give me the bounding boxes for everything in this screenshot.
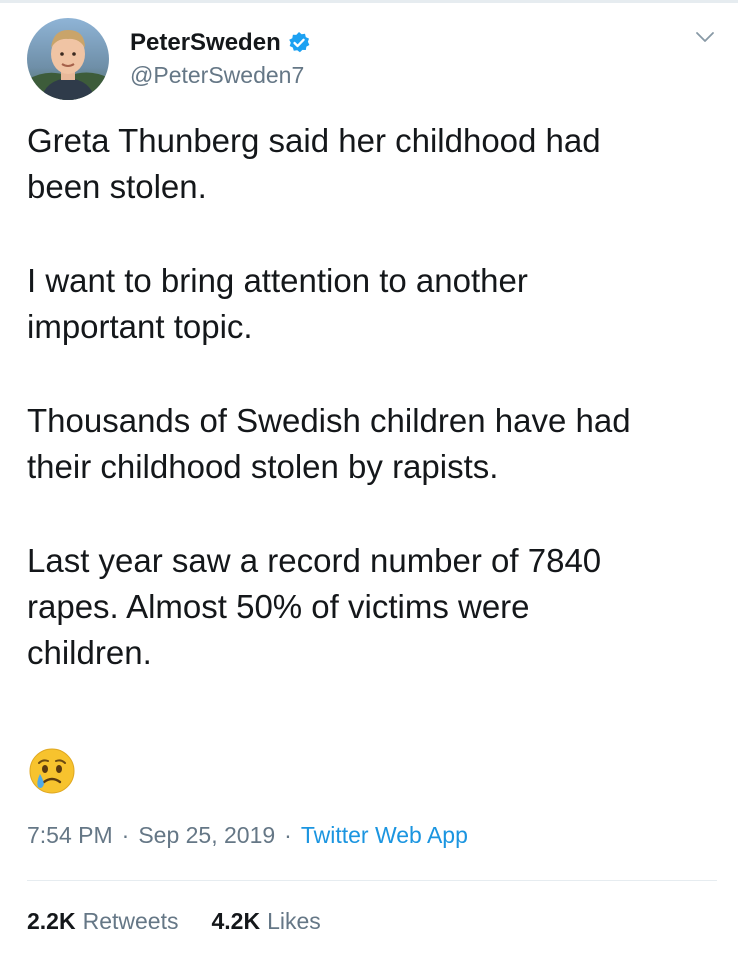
- avatar[interactable]: [27, 18, 109, 100]
- likes-stat[interactable]: 4.2K Likes: [211, 908, 320, 935]
- tweet-time[interactable]: 7:54 PM: [27, 822, 113, 849]
- profile-photo-icon: [27, 18, 109, 100]
- display-name[interactable]: PeterSweden: [130, 29, 281, 57]
- tweet-paragraph: Last year saw a record number of 7840 ra…: [27, 542, 602, 671]
- author-handle[interactable]: @PeterSweden7: [130, 62, 304, 89]
- meta-separator: ·: [284, 822, 292, 848]
- tweet-paragraph: I want to bring attention to another imp…: [27, 262, 528, 345]
- tweet-stats: 2.2K Retweets 4.2K Likes: [27, 908, 321, 935]
- likes-count: 4.2K: [211, 908, 261, 934]
- divider: [27, 880, 717, 881]
- tweet-text: Greta Thunberg said her childhood had be…: [27, 118, 717, 724]
- tweet-source-link[interactable]: Twitter Web App: [301, 822, 468, 849]
- retweets-label: Retweets: [82, 908, 179, 934]
- chevron-down-icon[interactable]: [694, 26, 716, 48]
- verified-badge-icon: [287, 31, 311, 55]
- top-border: [0, 0, 738, 3]
- tweet-paragraph: Thousands of Swedish children have had t…: [27, 402, 631, 485]
- tweet-card: PeterSweden @PeterSweden7 Greta Thunberg…: [0, 0, 738, 960]
- tweet-meta: 7:54 PM · Sep 25, 2019 · Twitter Web App: [27, 822, 468, 849]
- likes-label: Likes: [267, 908, 321, 934]
- tweet-paragraph: Greta Thunberg said her childhood had be…: [27, 122, 601, 205]
- author-name-row[interactable]: PeterSweden: [130, 29, 311, 57]
- meta-separator: ·: [121, 822, 130, 848]
- tweet-date[interactable]: Sep 25, 2019: [138, 822, 275, 849]
- crying-face-icon: [27, 746, 77, 796]
- retweets-stat[interactable]: 2.2K Retweets: [27, 908, 178, 935]
- retweets-count: 2.2K: [27, 908, 76, 934]
